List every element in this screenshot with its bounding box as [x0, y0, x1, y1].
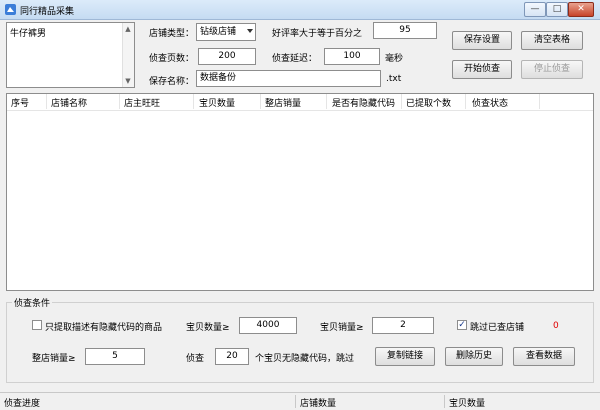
save-name-label: 保存名称：: [149, 77, 195, 87]
column-header[interactable]: 店主旺旺: [124, 96, 160, 109]
shop-sales-input[interactable]: 5: [85, 348, 145, 365]
minimize-button[interactable]: —: [524, 2, 546, 17]
column-divider[interactable]: [465, 94, 466, 109]
rating-label: 好评率大于等于百分之: [272, 29, 363, 39]
status-bar: 侦查进度 店铺数量 宝贝数量: [0, 392, 600, 410]
skipped-count: 0: [553, 321, 559, 331]
save-name-input[interactable]: 数据备份: [196, 70, 381, 87]
start-scan-button[interactable]: 开始侦查: [452, 60, 512, 79]
delay-label: 侦查延迟：: [272, 54, 318, 64]
chevron-down-icon: [247, 29, 253, 33]
item-sales-label: 宝贝销量≥: [320, 323, 364, 333]
shop-type-value: 钻级店铺: [200, 27, 237, 37]
column-divider[interactable]: [539, 94, 540, 109]
status-divider: [444, 395, 445, 408]
status-shop-count: 店铺数量: [300, 399, 337, 409]
scroll-down-icon[interactable]: ▼: [124, 76, 132, 86]
column-header[interactable]: 是否有隐藏代码: [332, 96, 395, 109]
window-title: 同行精品采集: [20, 7, 75, 17]
shop-sales-label: 整店销量≥: [32, 354, 76, 364]
only-hidden-checkbox[interactable]: [32, 320, 42, 330]
copy-links-button[interactable]: 复制链接: [375, 347, 435, 366]
column-divider[interactable]: [119, 94, 120, 109]
shop-type-select[interactable]: 钻级店铺: [196, 23, 256, 41]
results-table[interactable]: 序号 店铺名称 店主旺旺 宝贝数量 整店销量 是否有隐藏代码 已提取个数 侦查状…: [6, 93, 594, 291]
column-divider[interactable]: [260, 94, 261, 109]
column-header[interactable]: 店铺名称: [51, 96, 87, 109]
column-header[interactable]: 侦查状态: [472, 96, 508, 109]
conditions-group: [6, 302, 594, 383]
save-extension: .txt: [386, 74, 402, 84]
table-header: 序号 店铺名称 店主旺旺 宝贝数量 整店销量 是否有隐藏代码 已提取个数 侦查状…: [7, 94, 593, 111]
column-divider[interactable]: [401, 94, 402, 109]
column-divider[interactable]: [326, 94, 327, 109]
pages-label: 侦查页数：: [149, 54, 195, 64]
column-header[interactable]: 已提取个数: [406, 96, 451, 109]
column-header[interactable]: 序号: [11, 96, 29, 109]
clear-table-button[interactable]: 清空表格: [521, 31, 583, 50]
conditions-title: 侦查条件: [12, 296, 53, 309]
keyword-list[interactable]: 牛仔裤男 ▲ ▼: [6, 22, 135, 88]
column-header[interactable]: 整店销量: [265, 96, 301, 109]
status-progress: 侦查进度: [4, 399, 41, 409]
column-divider[interactable]: [193, 94, 194, 109]
delete-history-button[interactable]: 删除历史: [445, 347, 503, 366]
view-data-button[interactable]: 查看数据: [513, 347, 575, 366]
delay-input[interactable]: 100: [324, 48, 380, 65]
item-count-input[interactable]: 4000: [239, 317, 297, 334]
skip-scanned-checkbox[interactable]: ✓: [457, 320, 467, 330]
keyword-text: 牛仔裤男: [10, 29, 47, 39]
scan-label: 侦查: [186, 354, 205, 364]
maximize-button[interactable]: □: [546, 2, 568, 17]
skip-scanned-label[interactable]: 跳过已查店铺: [470, 320, 524, 333]
column-divider[interactable]: [46, 94, 47, 109]
pages-input[interactable]: 200: [198, 48, 256, 65]
delay-unit: 毫秒: [385, 54, 404, 64]
checkmark-icon: ✓: [458, 320, 466, 330]
status-divider: [295, 395, 296, 408]
scan-suffix: 个宝贝无隐藏代码，跳过: [255, 354, 355, 364]
save-settings-button[interactable]: 保存设置: [452, 31, 512, 50]
only-hidden-label[interactable]: 只提取描述有隐藏代码的商品: [45, 320, 162, 333]
shop-type-label: 店铺类型：: [149, 29, 195, 39]
status-item-count: 宝贝数量: [449, 399, 486, 409]
close-button[interactable]: ✕: [568, 2, 594, 17]
scroll-up-icon[interactable]: ▲: [124, 24, 132, 34]
rating-input[interactable]: 95: [373, 22, 437, 39]
stop-scan-button[interactable]: 停止侦查: [521, 60, 583, 79]
column-header[interactable]: 宝贝数量: [199, 96, 235, 109]
item-sales-input[interactable]: 2: [372, 317, 434, 334]
keyword-scrollbar[interactable]: ▲ ▼: [122, 23, 134, 87]
scan-count-input[interactable]: 20: [215, 348, 249, 365]
title-bar: 同行精品采集 — □ ✕: [0, 0, 600, 20]
item-count-label: 宝贝数量≥: [186, 323, 230, 333]
app-icon: [5, 4, 16, 15]
